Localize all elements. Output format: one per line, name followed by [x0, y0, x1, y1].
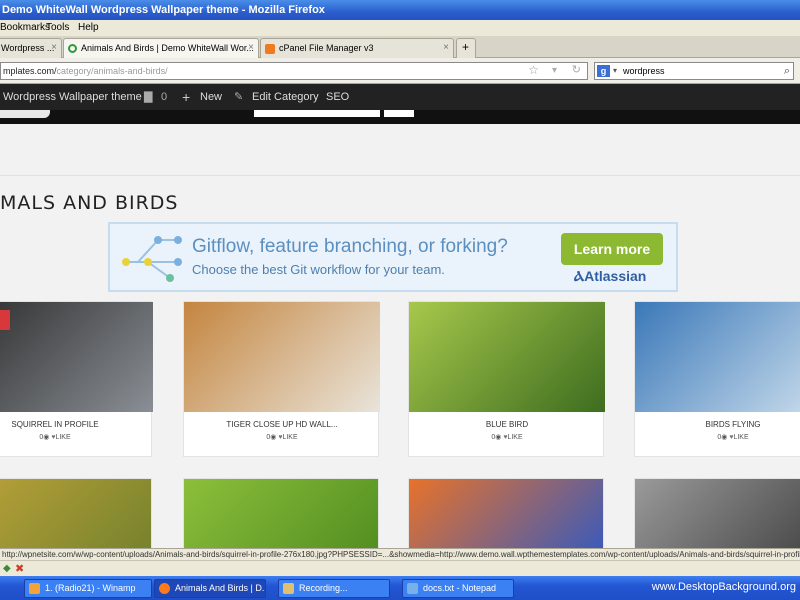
search-icon[interactable]: ⌕ — [784, 63, 790, 79]
status-bar: http://wpnetsite.com/w/wp-content/upload… — [0, 548, 800, 560]
firefox-icon — [159, 583, 170, 594]
close-icon[interactable]: ✖ — [15, 562, 24, 575]
tab-strip: Wordpress ... × Animals And Birds | Demo… — [0, 36, 800, 59]
url-bar[interactable]: mplates.com/category/animals-and-birds/ … — [0, 62, 588, 80]
navigation-bar: mplates.com/category/animals-and-birds/ … — [0, 58, 800, 84]
wallpaper-thumbnail[interactable] — [184, 302, 380, 412]
loading-icon — [68, 44, 77, 54]
url-host: mplates.com/ — [3, 66, 57, 76]
wallpaper-title[interactable]: SQUIRREL IN PROFILE — [0, 420, 153, 429]
close-icon[interactable]: × — [443, 39, 449, 57]
dropdown-icon[interactable]: ▾ — [552, 63, 557, 79]
pencil-icon[interactable]: ✎ — [234, 84, 243, 110]
wallpaper-meta: 0◉ ♥LIKE — [409, 433, 605, 441]
divider — [0, 175, 800, 176]
addon-bar: ◆ ✖ — [0, 560, 800, 576]
google-icon[interactable]: g — [597, 65, 610, 77]
taskbar-item-notepad[interactable]: docs.txt - Notepad — [402, 579, 514, 598]
like-button[interactable]: LIKE — [507, 434, 522, 441]
taskbar-label: docs.txt - Notepad — [423, 583, 497, 593]
header-search-input[interactable] — [254, 110, 380, 117]
tab-wordpress[interactable]: Wordpress ... × — [0, 38, 62, 58]
winamp-icon — [29, 583, 40, 594]
admin-new-link[interactable]: New — [200, 84, 222, 110]
wallpaper-thumbnail[interactable] — [635, 302, 800, 412]
tab-animals-and-birds[interactable]: Animals And Birds | Demo WhiteWall Wor..… — [63, 38, 259, 59]
menu-bar: Bookmarks Tools Help — [0, 20, 800, 36]
plus-icon[interactable]: + — [182, 84, 190, 110]
wallpaper-card[interactable]: BLUE BIRD 0◉ ♥LIKE — [408, 301, 605, 457]
bookmark-star-icon[interactable]: ☆ — [528, 62, 539, 78]
atlassian-logo: ⲀAtlassian — [574, 268, 647, 284]
ad-headline: Gitflow, feature branching, or forking? — [192, 236, 508, 257]
header-search-button[interactable] — [384, 110, 414, 117]
wp-admin-bar: Wordpress Wallpaper theme ▇ 0 + New ✎ Ed… — [0, 84, 800, 110]
admin-edit-category-link[interactable]: Edit Category — [252, 84, 319, 110]
reload-icon[interactable]: ↻ — [572, 62, 581, 78]
wallpaper-meta: 0◉ ♥LIKE — [184, 433, 380, 441]
taskbar-item-winamp[interactable]: 1. (Radio21) - Winamp — [24, 579, 152, 598]
menu-help[interactable]: Help — [78, 20, 99, 36]
tab-cpanel[interactable]: cPanel File Manager v3 × — [260, 38, 454, 58]
wallpaper-title[interactable]: BLUE BIRD — [409, 420, 605, 429]
new-tab-button[interactable]: + — [456, 38, 476, 58]
menu-tools[interactable]: Tools — [46, 20, 69, 36]
wallpaper-meta: 0◉ ♥LIKE — [635, 433, 800, 441]
close-icon[interactable]: × — [248, 39, 254, 57]
wallpaper-thumbnail[interactable] — [0, 302, 153, 412]
taskbar-label: 1. (Radio21) - Winamp — [45, 583, 136, 593]
wallpaper-card[interactable]: SQUIRREL IN PROFILE 0◉ ♥LIKE — [0, 301, 153, 457]
admin-seo-link[interactable]: SEO — [326, 84, 349, 110]
learn-more-button[interactable]: Learn more — [561, 233, 663, 265]
notepad-icon — [407, 583, 418, 594]
addon-icon[interactable]: ◆ — [3, 563, 11, 574]
wallpaper-meta: 0◉ ♥LIKE — [0, 433, 153, 441]
site-logo[interactable] — [0, 110, 50, 118]
tab-label: Wordpress ... — [1, 43, 55, 53]
ad-subline: Choose the best Git workflow for your te… — [192, 262, 445, 277]
taskbar-item-firefox[interactable]: Animals And Birds | D... — [154, 579, 266, 598]
like-button[interactable]: LIKE — [733, 434, 748, 441]
like-button[interactable]: LIKE — [282, 434, 297, 441]
git-branch-icon — [122, 236, 182, 282]
close-icon[interactable]: × — [51, 39, 57, 57]
like-button[interactable]: LIKE — [55, 434, 70, 441]
wallpaper-thumbnail[interactable] — [409, 302, 605, 412]
chevron-down-icon[interactable]: ▾ — [613, 63, 617, 79]
tab-label: cPanel File Manager v3 — [279, 43, 374, 53]
url-path: category/animals-and-birds/ — [56, 66, 168, 76]
cpanel-icon — [265, 43, 275, 54]
comments-count[interactable]: 0 — [161, 84, 167, 110]
window-title: Demo WhiteWall Wordpress Wallpaper theme… — [2, 4, 325, 16]
taskbar-label: Recording... — [299, 583, 348, 593]
wallpaper-card[interactable]: BIRDS FLYING 0◉ ♥LIKE — [634, 301, 800, 457]
wallpaper-title[interactable]: TIGER CLOSE UP HD WALL... — [184, 420, 380, 429]
atlassian-mark-icon: Ⲁ — [574, 268, 585, 284]
menu-bookmarks[interactable]: Bookmarks — [0, 20, 50, 36]
taskbar-label: Animals And Birds | D... — [175, 583, 266, 593]
taskbar-item-recording[interactable]: Recording... — [278, 579, 390, 598]
wallpaper-card[interactable]: TIGER CLOSE UP HD WALL... 0◉ ♥LIKE — [183, 301, 380, 457]
search-bar[interactable]: g ▾ wordpress ⌕ — [594, 62, 794, 80]
recorder-icon — [283, 583, 294, 594]
window-titlebar: Demo WhiteWall Wordpress Wallpaper theme… — [0, 0, 800, 20]
page-title: MALS AND BIRDS — [0, 192, 179, 214]
search-input[interactable]: wordpress — [623, 63, 665, 79]
tab-label: Animals And Birds | Demo WhiteWall Wor..… — [81, 43, 254, 53]
new-badge — [0, 310, 10, 330]
site-header — [0, 110, 800, 124]
comment-icon[interactable]: ▇ — [144, 84, 152, 110]
admin-site-link[interactable]: Wordpress Wallpaper theme — [3, 84, 142, 110]
wallpaper-title[interactable]: BIRDS FLYING — [635, 420, 800, 429]
ad-banner[interactable]: Gitflow, feature branching, or forking? … — [108, 222, 678, 292]
watermark: www.DesktopBackground.org — [651, 581, 796, 593]
status-text: http://wpnetsite.com/w/wp-content/upload… — [2, 550, 800, 559]
